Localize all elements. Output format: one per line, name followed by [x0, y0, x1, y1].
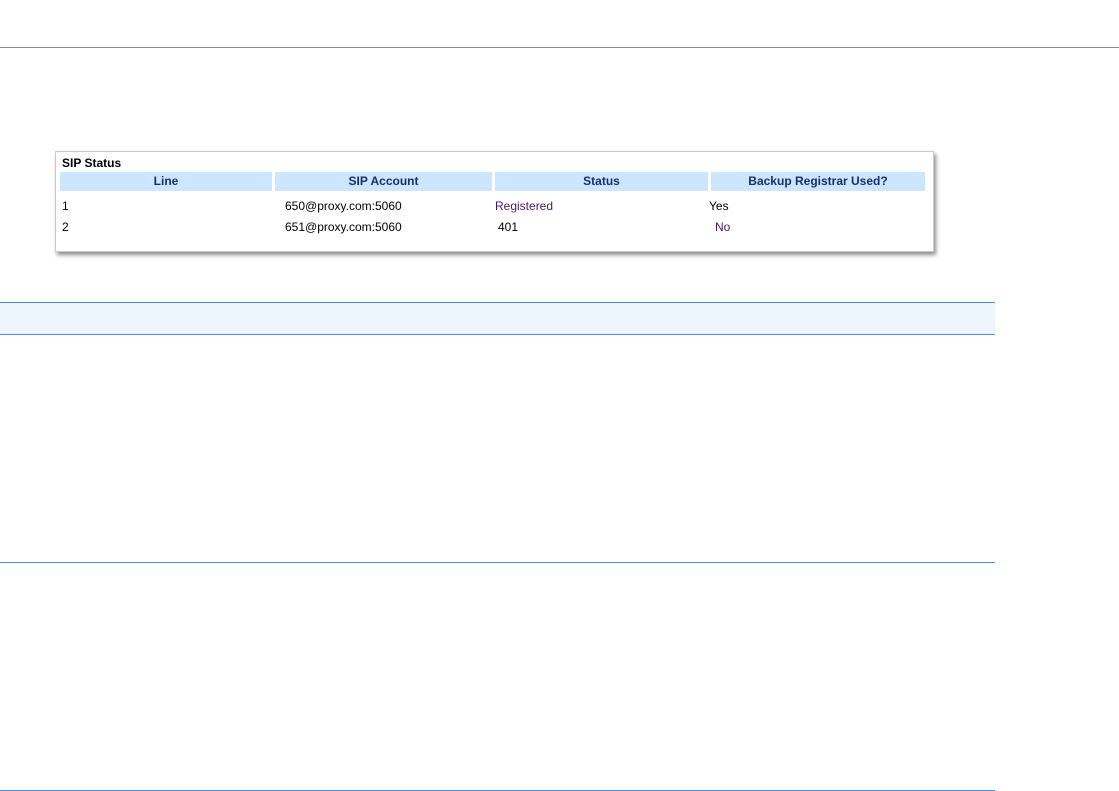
column-header-sip-account: SIP Account: [275, 172, 492, 191]
document-page: SIP Status Line SIP Account Status Backu…: [0, 0, 1119, 791]
column-header-backup-registrar: Backup Registrar Used?: [711, 172, 925, 191]
row-1-line: 1: [62, 199, 69, 213]
row-2-sip-account: 651@proxy.com:5060: [285, 220, 402, 234]
table-row-rule: [0, 562, 995, 563]
sip-status-panel: SIP Status Line SIP Account Status Backu…: [55, 151, 934, 252]
row-2-status: 401: [498, 220, 519, 234]
row-2-line: 2: [62, 220, 69, 234]
row-1-sip-account: 650@proxy.com:5060: [285, 199, 402, 213]
row-1-status: Registered: [495, 199, 554, 213]
page-header-rule: [0, 47, 1119, 48]
row-1-backup: Yes: [709, 199, 729, 213]
table-top-rule: [0, 302, 995, 303]
table-header-bottom-rule: [0, 334, 995, 335]
row-2-backup: No: [715, 220, 731, 234]
column-header-line: Line: [60, 172, 272, 191]
table-header-band: [0, 303, 995, 334]
column-header-status: Status: [495, 172, 708, 191]
panel-title: SIP Status: [62, 156, 122, 170]
